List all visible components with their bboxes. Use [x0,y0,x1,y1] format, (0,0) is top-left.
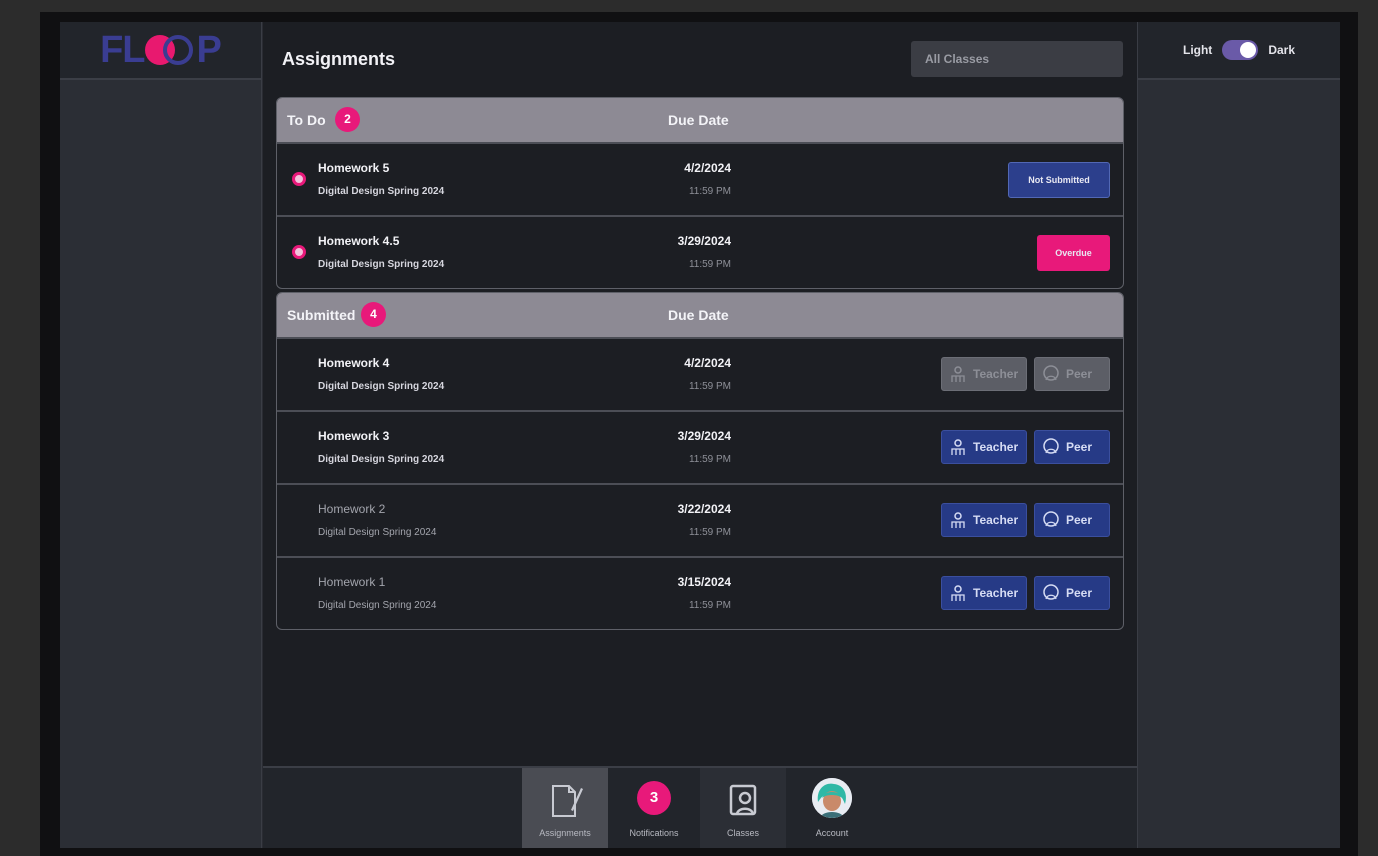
due-date: 4/2/2024 [684,161,731,175]
todo-due-date-header: Due Date [668,112,729,128]
teacher-feedback-button[interactable]: Teacher [941,503,1027,537]
avatar-icon [812,778,852,818]
teacher-label: Teacher [973,586,1019,600]
teacher-label: Teacher [973,440,1019,454]
peer-label: Peer [1066,367,1093,381]
assignment-title: Homework 2 [318,502,386,516]
nav-account-label: Account [815,828,849,838]
todo-count-badge: 2 [335,107,360,132]
nav-account[interactable]: Account [789,768,875,848]
nav-classes-label: Classes [726,828,759,838]
due-date: 3/29/2024 [677,429,731,443]
peer-feedback-button[interactable]: Peer [1034,576,1110,610]
unread-dot-icon [292,245,306,259]
peer-feedback-button[interactable]: Peer [1034,357,1110,391]
overdue-button[interactable]: Overdue [1037,235,1110,271]
right-sidebar: Light Dark [1137,22,1340,848]
assignment-title: Homework 4 [318,356,390,370]
classes-icon [729,784,757,816]
todo-section: To Do 2 Due Date Homework 5 Digital Desi… [276,97,1124,289]
peer-label: Peer [1066,440,1093,454]
light-label: Light [1182,43,1213,57]
due-date: 3/15/2024 [677,575,731,589]
assignment-class: Digital Design Spring 2024 [318,381,445,392]
page-title: Assignments [282,49,396,69]
peer-icon [1043,511,1059,527]
teacher-feedback-button[interactable]: Teacher [941,357,1027,391]
todo-row[interactable]: Homework 4.5 Digital Design Spring 2024 … [277,215,1123,288]
nav-notifications-label: Notifications [629,828,679,838]
assignment-class: Digital Design Spring 2024 [318,527,437,538]
peer-icon [1043,365,1059,381]
toggle-knob [1240,42,1257,58]
due-date: 3/29/2024 [677,234,731,248]
peer-feedback-button[interactable]: Peer [1034,503,1110,537]
due-time: 11:59 PM [688,454,731,465]
due-date: 3/22/2024 [677,502,731,516]
assignment-class: Digital Design Spring 2024 [318,600,437,611]
assignment-class: Digital Design Spring 2024 [318,259,445,270]
nav-classes[interactable]: Classes [700,768,786,848]
teacher-icon [951,585,965,601]
submitted-row[interactable]: Homework 2 Digital Design Spring 2024 3/… [277,483,1123,556]
due-date: 4/2/2024 [684,356,731,370]
peer-icon [1043,584,1059,600]
submitted-title: Submitted [287,307,356,323]
teacher-feedback-button[interactable]: Teacher [941,430,1027,464]
submitted-section: Submitted 4 Due Date Homework 4 Digital … [276,292,1124,630]
notifications-count-badge: 3 [637,781,671,815]
logo-bar: FL P [60,22,261,80]
assignment-class: Digital Design Spring 2024 [318,454,445,465]
class-filter-select[interactable]: All Classes [911,41,1123,77]
due-time: 11:59 PM [688,527,731,538]
floop-logo[interactable]: FL P [100,29,222,72]
nav-assignments-label: Assignments [539,828,591,838]
submitted-due-date-header: Due Date [668,307,729,323]
todo-header: To Do 2 Due Date [277,98,1123,142]
app-screen: FL P Assignments All Classes To Do 2 Due… [60,22,1340,848]
not-submitted-button[interactable]: Not Submitted [1008,162,1110,198]
due-time: 11:59 PM [688,381,731,392]
assignment-title: Homework 3 [318,429,390,443]
due-time: 11:59 PM [688,600,731,611]
peer-label: Peer [1066,513,1093,527]
due-time: 11:59 PM [688,186,731,197]
submitted-row[interactable]: Homework 1 Digital Design Spring 2024 3/… [277,556,1123,629]
submitted-row[interactable]: Homework 3 Digital Design Spring 2024 3/… [277,410,1123,483]
submitted-header: Submitted 4 Due Date [277,293,1123,337]
todo-row[interactable]: Homework 5 Digital Design Spring 2024 4/… [277,142,1123,215]
teacher-label: Teacher [973,513,1019,527]
assignment-title: Homework 5 [318,161,390,175]
submitted-count-badge: 4 [361,302,386,327]
main-content: Assignments All Classes To Do 2 Due Date… [263,22,1137,848]
unread-dot-icon [292,172,306,186]
assignments-icon [552,785,583,817]
assignment-title: Homework 1 [318,575,386,589]
left-sidebar: FL P [60,22,262,848]
peer-icon [1043,438,1059,454]
teacher-icon [951,366,965,382]
teacher-icon [951,512,965,528]
todo-title: To Do [287,112,326,128]
dark-label: Dark [1268,43,1295,57]
nav-assignments[interactable]: Assignments [522,768,608,848]
due-time: 11:59 PM [688,259,731,270]
teacher-icon [951,439,965,455]
bottom-nav: Assignments 3 Notifications Classes Acco… [263,766,1137,848]
avatar [812,778,852,818]
peer-feedback-button[interactable]: Peer [1034,430,1110,464]
submitted-row[interactable]: Homework 4 Digital Design Spring 2024 4/… [277,337,1123,410]
peer-label: Peer [1066,586,1093,600]
theme-toggle-bar: Light Dark [1138,22,1340,80]
assignment-title: Homework 4.5 [318,234,400,248]
assignment-class: Digital Design Spring 2024 [318,186,445,197]
nav-notifications[interactable]: 3 Notifications [611,768,697,848]
theme-toggle[interactable] [1222,40,1259,60]
teacher-label: Teacher [973,367,1019,381]
teacher-feedback-button[interactable]: Teacher [941,576,1027,610]
